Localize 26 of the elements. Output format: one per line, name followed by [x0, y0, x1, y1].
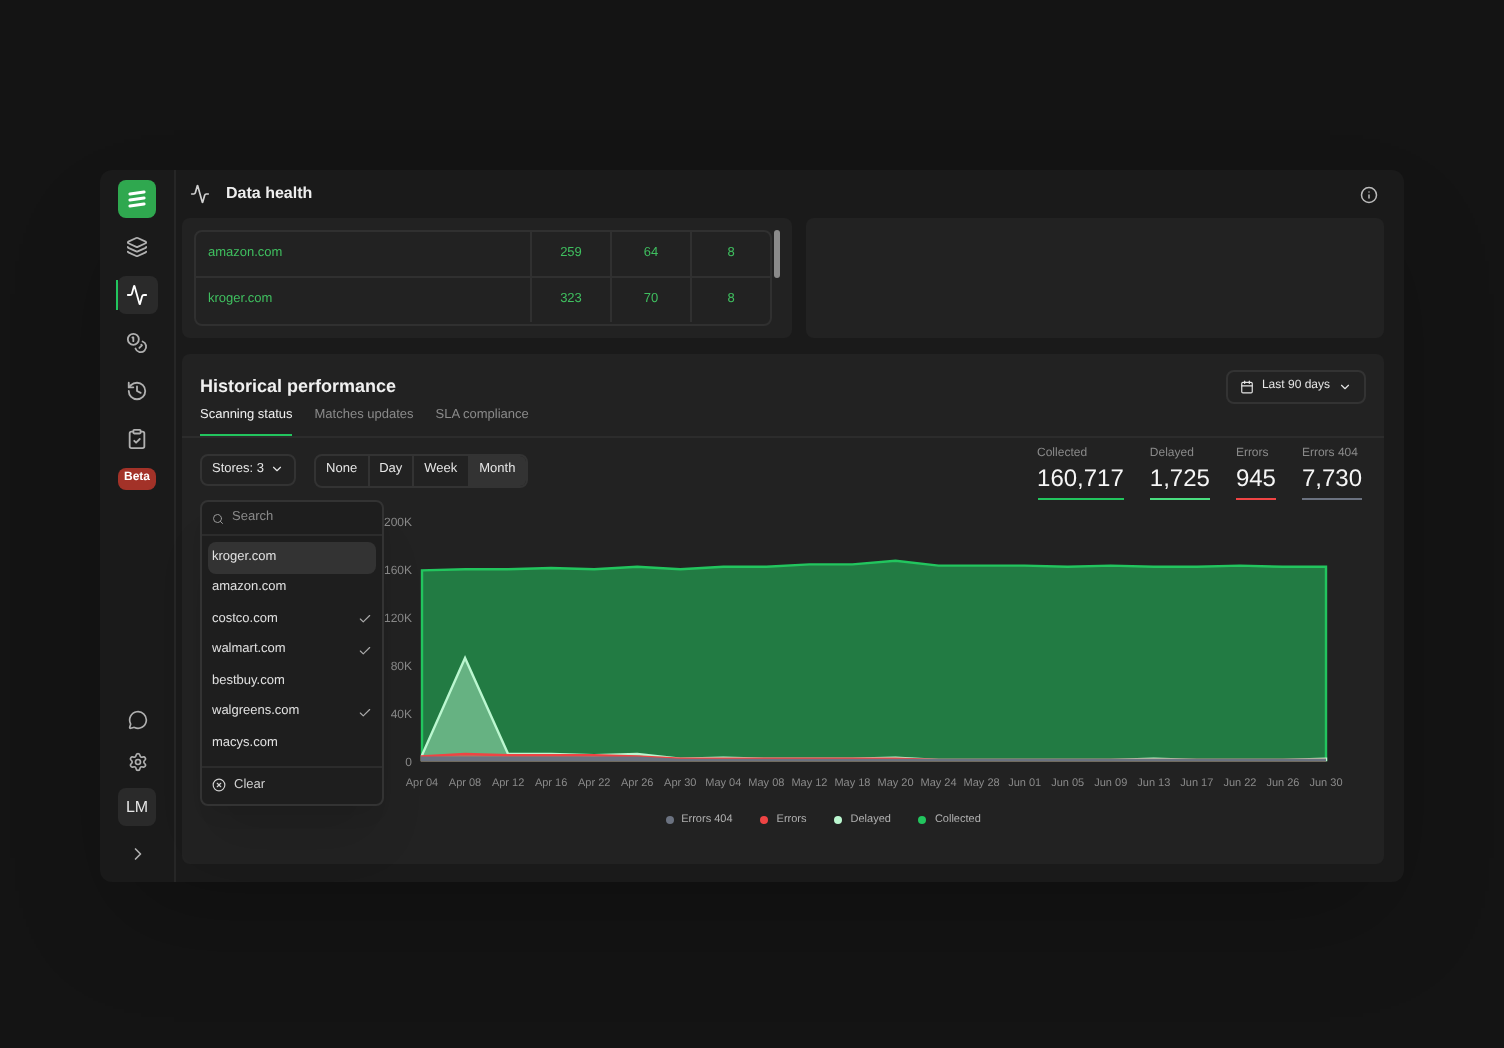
logo-icon — [118, 180, 156, 218]
check-icon — [358, 612, 372, 627]
coins-icon — [126, 332, 148, 354]
check-icon — [358, 643, 372, 658]
chat-icon[interactable] — [127, 710, 147, 730]
settings-icon[interactable] — [127, 752, 147, 772]
stat-value: 160,717 — [1037, 463, 1124, 494]
activity-icon — [126, 284, 148, 306]
caret-icon — [270, 462, 285, 477]
page-title: Data health — [226, 182, 315, 206]
calendar-icon — [1239, 380, 1254, 394]
nav-button[interactable] — [117, 276, 157, 314]
caret-icon — [1338, 380, 1352, 394]
stat-value: 7,730 — [1301, 463, 1362, 494]
pulse-icon — [190, 184, 210, 204]
check-icon — [358, 705, 372, 720]
clear-icon — [212, 778, 226, 792]
section-title: Historical performance — [200, 373, 397, 400]
user-avatar[interactable]: LM — [118, 788, 156, 826]
clipboard-icon — [126, 428, 148, 450]
search-icon — [212, 511, 224, 525]
info-icon[interactable] — [1360, 185, 1378, 203]
layers-icon — [126, 236, 148, 258]
stat-value: 1,725 — [1149, 463, 1210, 494]
history-icon — [126, 380, 148, 402]
stat-value: 945 — [1235, 463, 1276, 494]
